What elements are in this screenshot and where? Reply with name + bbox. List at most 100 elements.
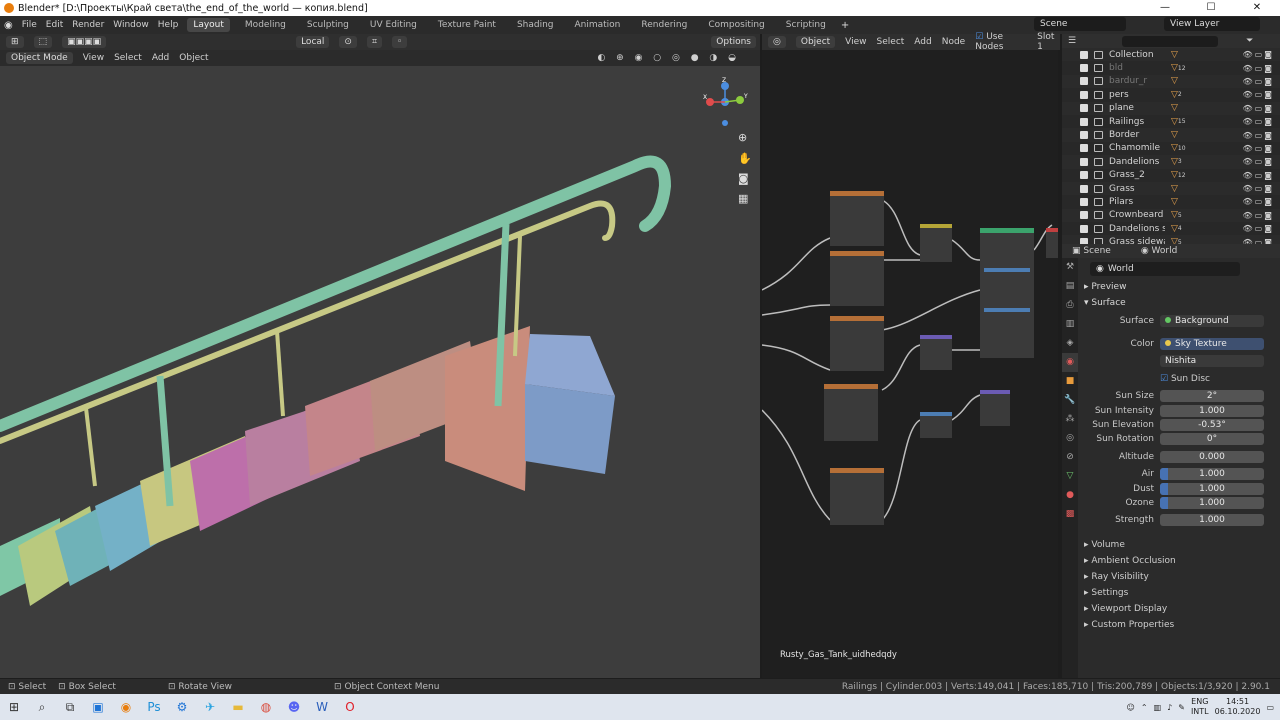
telegram-icon[interactable]: ✈ bbox=[196, 694, 224, 720]
outliner-display-mode-icon[interactable]: ☰ bbox=[1068, 36, 1076, 46]
filter-icon[interactable]: ⏷ bbox=[1246, 36, 1253, 46]
collapsed-panel-header[interactable]: ▸ Ray Visibility bbox=[1080, 569, 1278, 585]
outliner-item[interactable]: bld ▽ 12 👁▭◙ bbox=[1062, 61, 1280, 74]
exclude-checkbox[interactable] bbox=[1080, 211, 1088, 220]
visibility-icons[interactable]: 👁▭◙ bbox=[1243, 64, 1274, 73]
viewport-menu-add[interactable]: Add bbox=[152, 53, 169, 63]
preview-panel-header[interactable]: ▸ Preview bbox=[1080, 282, 1278, 292]
node-object-dropdown[interactable]: Object bbox=[795, 36, 836, 48]
node-menu-view[interactable]: View bbox=[845, 37, 866, 47]
tab-modeling[interactable]: Modeling bbox=[239, 18, 292, 32]
texture-tab-icon[interactable]: ▩ bbox=[1062, 505, 1078, 524]
language-indicator[interactable]: ENG INTL bbox=[1191, 697, 1209, 717]
task-view-icon[interactable]: ⧉ bbox=[56, 694, 84, 720]
sun-disc-checkbox[interactable]: ☑ Sun Disc bbox=[1160, 374, 1210, 384]
visibility-icons[interactable]: 👁▭◙ bbox=[1243, 90, 1274, 99]
menu-render[interactable]: Render bbox=[72, 20, 104, 30]
texture-node[interactable] bbox=[830, 251, 884, 306]
density-slider[interactable]: 1.000 bbox=[1160, 482, 1264, 495]
view-layer-tab-icon[interactable]: ▥ bbox=[1062, 315, 1078, 334]
visibility-icons[interactable]: 👁▭◙ bbox=[1243, 50, 1274, 59]
collapsed-panel-header[interactable]: ▸ Settings bbox=[1080, 585, 1278, 601]
collapsed-panel-header[interactable]: ▸ Ambient Occlusion bbox=[1080, 553, 1278, 569]
exclude-checkbox[interactable] bbox=[1080, 197, 1088, 206]
surface-shader-field[interactable]: Background bbox=[1160, 314, 1264, 327]
visibility-icons[interactable]: 👁▭◙ bbox=[1243, 211, 1274, 220]
world-datablock-selector[interactable]: ◉ World bbox=[1090, 262, 1240, 276]
exclude-checkbox[interactable] bbox=[1080, 77, 1088, 86]
pen-icon[interactable]: ✎ bbox=[1178, 703, 1185, 712]
volume-icon[interactable]: ♪ bbox=[1167, 703, 1172, 712]
outliner-item[interactable]: Grass_2 ▽ 12 👁▭◙ bbox=[1062, 169, 1280, 182]
outliner-item[interactable]: plane ▽ 👁▭◙ bbox=[1062, 101, 1280, 115]
zoom-icon[interactable]: ⊕ bbox=[738, 131, 747, 144]
visibility-icons[interactable]: 👁▭◙ bbox=[1243, 104, 1274, 113]
navigation-gizmo[interactable]: Z Y X bbox=[703, 77, 748, 126]
constraints-tab-icon[interactable]: ⊘ bbox=[1062, 448, 1078, 467]
particles-tab-icon[interactable]: ⁂ bbox=[1062, 410, 1078, 429]
altitude-field[interactable]: 0.000 bbox=[1160, 450, 1264, 463]
texture-node[interactable] bbox=[824, 384, 878, 441]
sky-type-dropdown[interactable]: Nishita bbox=[1160, 355, 1264, 368]
modifier-tab-icon[interactable]: 🔧 bbox=[1062, 391, 1078, 410]
visibility-icons[interactable]: 👁▭◙ bbox=[1243, 157, 1274, 166]
object-tab-icon[interactable]: ■ bbox=[1062, 372, 1078, 391]
viewport-menu-object[interactable]: Object bbox=[179, 53, 208, 63]
tray-chevron-icon[interactable]: ⌃ bbox=[1141, 703, 1148, 712]
visibility-icons[interactable]: 👁▭◙ bbox=[1243, 131, 1274, 140]
tab-shading[interactable]: Shading bbox=[511, 18, 560, 32]
outliner-item[interactable]: Dandelions sidewalk ▽4 👁▭◙ bbox=[1062, 222, 1280, 235]
collapsed-panel-header[interactable]: ▸ Custom Properties bbox=[1080, 617, 1278, 633]
select-mode-icons[interactable]: ▣▣▣▣ bbox=[62, 36, 107, 48]
photoshop-icon[interactable]: Ps bbox=[140, 694, 168, 720]
blender-taskbar-icon[interactable]: ◉ bbox=[112, 694, 140, 720]
strength-field[interactable]: 1.000 bbox=[1160, 514, 1264, 527]
visibility-icons[interactable]: 👁▭◙ bbox=[1243, 144, 1274, 153]
camera-icon[interactable]: ◙ bbox=[738, 172, 749, 185]
exclude-checkbox[interactable] bbox=[1080, 171, 1088, 180]
viewport-menu-view[interactable]: View bbox=[83, 53, 104, 63]
surface-panel-header[interactable]: ▾ Surface bbox=[1080, 298, 1278, 308]
exclude-checkbox[interactable] bbox=[1080, 50, 1088, 59]
node-menu-node[interactable]: Node bbox=[942, 37, 966, 47]
visibility-icons[interactable]: 👁▭◙ bbox=[1243, 184, 1274, 193]
exclude-checkbox[interactable] bbox=[1080, 131, 1088, 140]
sky-field-value[interactable]: 0° bbox=[1160, 433, 1264, 446]
world-tab-icon[interactable]: ◉ bbox=[1062, 353, 1078, 372]
mapping-node[interactable] bbox=[920, 412, 952, 438]
file-explorer-icon[interactable]: ▬ bbox=[224, 694, 252, 720]
outliner-item[interactable]: Railings ▽ 15 👁▭◙ bbox=[1062, 115, 1280, 128]
editor-type-icon[interactable]: ⊞ bbox=[6, 36, 24, 48]
output-tab-icon[interactable]: ⎙ bbox=[1062, 296, 1078, 315]
outliner-item[interactable]: pers ▽ 2 👁▭◙ bbox=[1062, 88, 1280, 101]
menu-help[interactable]: Help bbox=[158, 20, 179, 30]
node-editor-canvas[interactable]: Rusty_Gas_Tank_uidhedqdy bbox=[762, 50, 1058, 678]
exclude-checkbox[interactable] bbox=[1080, 117, 1088, 126]
visibility-icons[interactable]: 👁▭◙ bbox=[1243, 197, 1274, 206]
outliner-item[interactable]: Crownbeard ▽ 5 👁▭◙ bbox=[1062, 208, 1280, 223]
opera-icon[interactable]: O bbox=[336, 694, 364, 720]
outliner-item[interactable]: Pilars ▽ 👁▭◙ bbox=[1062, 195, 1280, 208]
word-icon[interactable]: W bbox=[308, 694, 336, 720]
node-menu-add[interactable]: Add bbox=[914, 37, 931, 47]
outliner-item[interactable]: Grass sidewalk▽5👁▭◙ bbox=[1062, 235, 1280, 244]
pivot-icon[interactable]: ⊙ bbox=[339, 36, 357, 48]
exclude-checkbox[interactable] bbox=[1080, 64, 1088, 73]
start-icon[interactable]: ⊞ bbox=[0, 694, 28, 720]
close-button[interactable]: ✕ bbox=[1234, 0, 1280, 16]
mix-node[interactable] bbox=[920, 224, 952, 262]
tab-layout[interactable]: Layout bbox=[187, 18, 230, 32]
sky-field-value[interactable]: 2° bbox=[1160, 390, 1264, 403]
discord-icon[interactable]: ☻ bbox=[280, 694, 308, 720]
tab-texture-paint[interactable]: Texture Paint bbox=[432, 18, 502, 32]
exclude-checkbox[interactable] bbox=[1080, 144, 1088, 153]
texture-node[interactable] bbox=[830, 468, 884, 525]
outliner-item[interactable]: Dandelions ▽ 3 👁▭◙ bbox=[1062, 155, 1280, 169]
bump-node[interactable] bbox=[920, 335, 952, 370]
exclude-checkbox[interactable] bbox=[1080, 224, 1088, 233]
notifications-icon[interactable]: ▭ bbox=[1266, 703, 1274, 712]
color-input-field[interactable]: Sky Texture bbox=[1160, 338, 1264, 351]
tab-sculpting[interactable]: Sculpting bbox=[301, 18, 355, 32]
menu-edit[interactable]: Edit bbox=[46, 20, 63, 30]
app-icon[interactable]: ▣ bbox=[84, 694, 112, 720]
